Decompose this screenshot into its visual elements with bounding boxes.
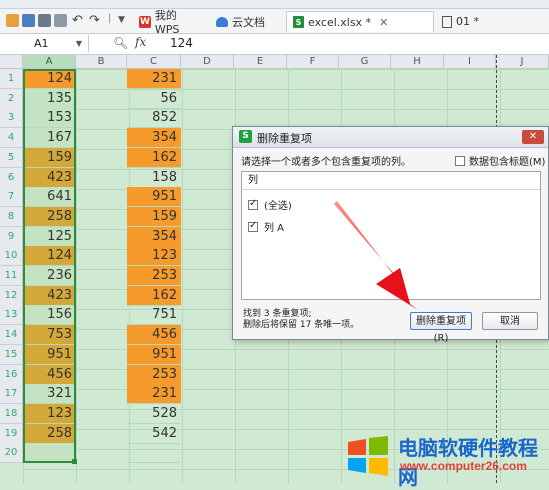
windows-logo <box>348 436 388 476</box>
watermark-url: www.computer26.com <box>400 459 527 473</box>
arrow-head <box>376 268 418 310</box>
red-arrow-annotation <box>334 201 418 310</box>
